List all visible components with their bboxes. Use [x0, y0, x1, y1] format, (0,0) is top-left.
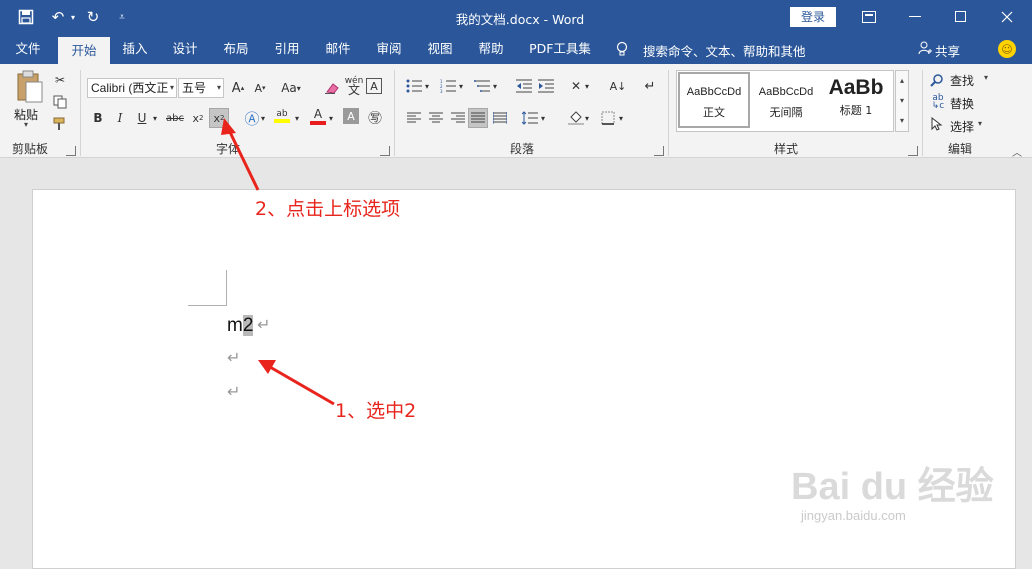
annotation-arrows [221, 118, 335, 406]
arrow-to-superscript [221, 118, 260, 191]
arrow-to-selected-2 [258, 360, 335, 406]
